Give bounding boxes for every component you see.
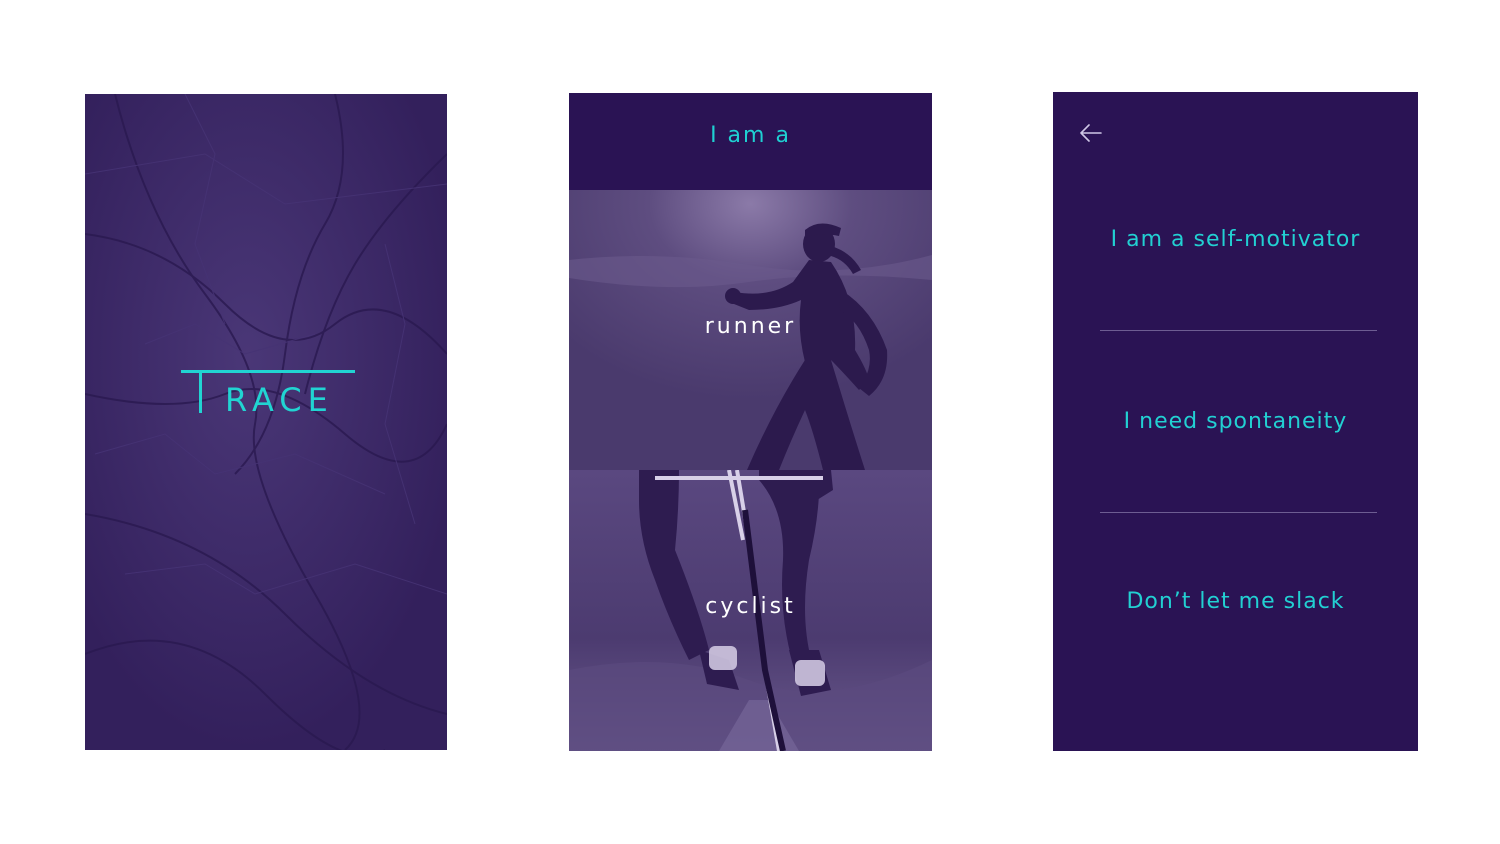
option-self-motivator[interactable]: I am a self-motivator	[1053, 227, 1418, 252]
logo-wordmark: RACE	[225, 381, 334, 419]
map-background	[85, 94, 447, 750]
arrow-left-icon[interactable]	[1079, 122, 1103, 144]
splash-screen: RACE	[85, 94, 447, 750]
option-dont-slack[interactable]: Don’t let me slack	[1053, 589, 1418, 614]
trace-logo: RACE	[181, 370, 355, 420]
cyclist-option[interactable]: cyclist	[569, 470, 932, 751]
divider	[1100, 512, 1377, 513]
role-selection-screen: I am a runner cyclist	[569, 93, 932, 751]
role-header: I am a	[569, 93, 932, 190]
cyclist-label: cyclist	[705, 594, 796, 619]
logo-bar	[181, 370, 355, 373]
motivation-screen: I am a self-motivator I need spontaneity…	[1053, 92, 1418, 751]
runner-option[interactable]: runner	[569, 190, 932, 470]
runner-label: runner	[704, 314, 797, 339]
logo-letter-t	[199, 370, 202, 413]
option-spontaneity[interactable]: I need spontaneity	[1053, 409, 1418, 434]
role-title: I am a	[710, 123, 791, 148]
divider	[1100, 330, 1377, 331]
